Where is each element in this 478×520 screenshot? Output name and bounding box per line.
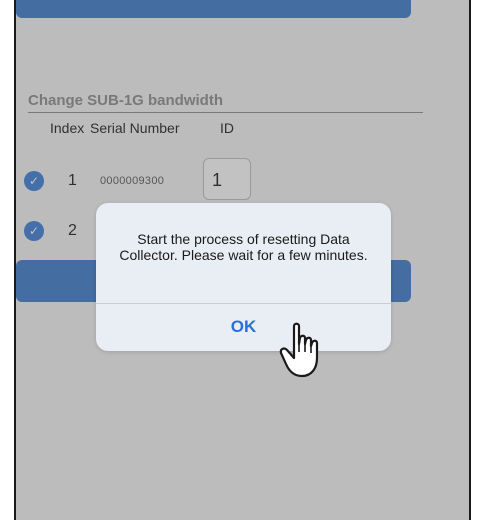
ok-button[interactable]: OK (96, 303, 391, 351)
dialog-message: Start the process of resetting Data Coll… (119, 231, 368, 263)
alert-dialog: Start the process of resetting Data Coll… (96, 203, 391, 351)
pointing-hand-cursor-icon (279, 322, 319, 378)
app-frame: Change SUB-1G bandwidth Index Serial Num… (14, 0, 471, 520)
